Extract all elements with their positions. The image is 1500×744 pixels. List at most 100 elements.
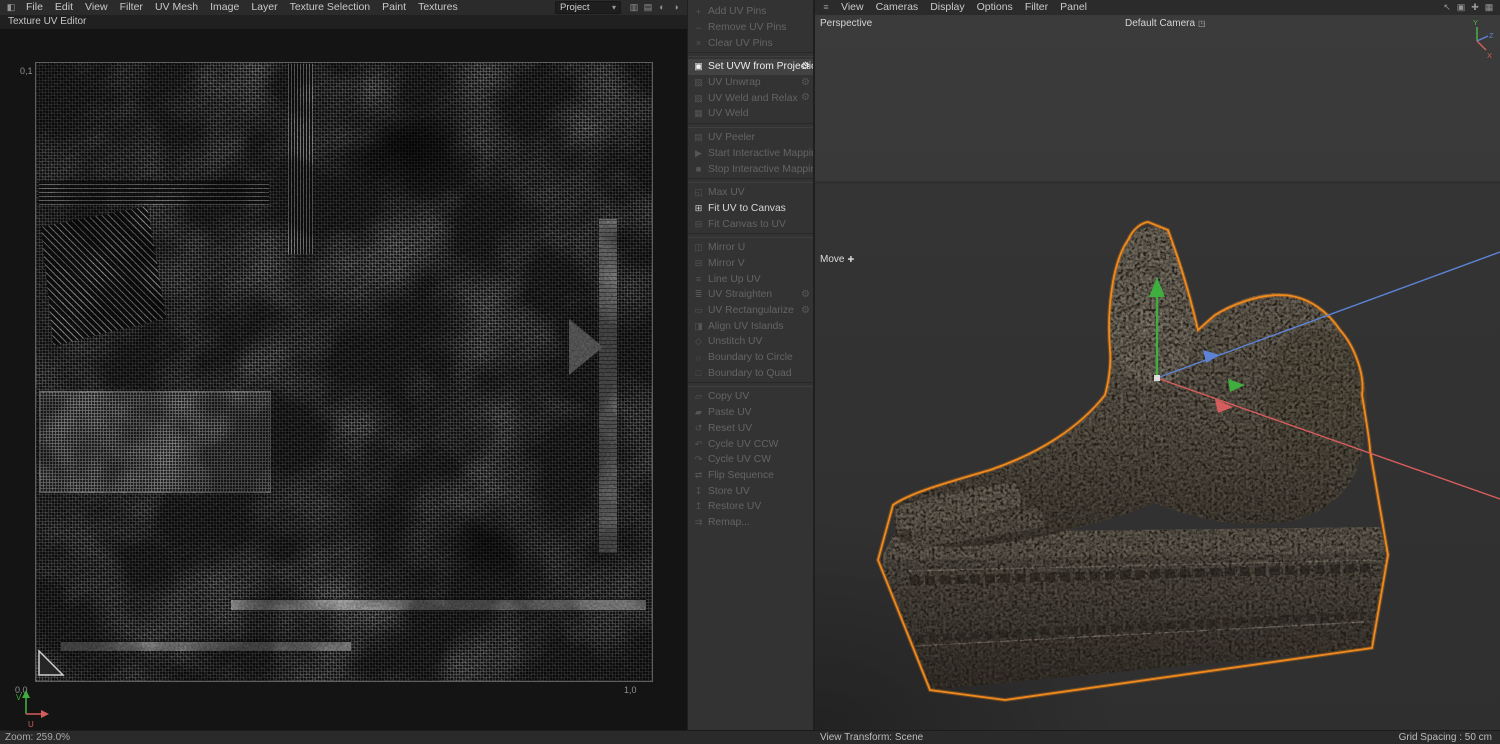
uv-command-flip-sequence[interactable]: ⇄Flip Sequence (688, 468, 813, 484)
grid-spacing-status: Grid Spacing : 50 cm (1399, 732, 1492, 743)
camera-swap-icon[interactable]: ◳ (1198, 19, 1206, 28)
menu-texture-selection[interactable]: Texture Selection (284, 0, 377, 15)
menu-uv-mesh[interactable]: UV Mesh (149, 0, 204, 15)
uv-command-uv-peeler[interactable]: ▤UV Peeler (688, 130, 813, 146)
uv-command-uv-weld-and-relax[interactable]: ▧UV Weld and Relax⚙ (688, 90, 813, 106)
uv-command-align-uv-islands[interactable]: ◨Align UV Islands (688, 318, 813, 334)
uv-command-uv-straighten[interactable]: ≣UV Straighten⚙ (688, 287, 813, 303)
window-layout-icon[interactable]: ◧ (4, 0, 18, 15)
gear-icon[interactable]: ⚙ (801, 59, 810, 75)
menu-textures[interactable]: Textures (412, 0, 464, 15)
uv-command-label: Align UV Islands (708, 321, 784, 332)
fit-canvas-icon: ⊟ (692, 219, 705, 230)
uv-command-label: Boundary to Quad (708, 368, 792, 379)
uv-command-stop-interactive-mapping[interactable]: ■Stop Interactive Mapping (688, 161, 813, 177)
uv-command-paste-uv[interactable]: ▰Paste UV (688, 405, 813, 421)
view-label[interactable]: Perspective (820, 18, 872, 29)
gear-icon[interactable]: ⚙ (801, 303, 810, 319)
viewport-menu-cameras[interactable]: Cameras (870, 0, 925, 15)
screen-handle[interactable] (1228, 379, 1245, 392)
x-axis-handle[interactable] (1215, 399, 1233, 413)
uv-command-label: UV Weld and Relax (708, 93, 798, 104)
gear-icon[interactable]: ⚙ (801, 90, 810, 106)
camera-label[interactable]: Default Camera ◳ (1125, 18, 1206, 29)
menu-paint[interactable]: Paint (376, 0, 412, 15)
uv-command-copy-uv[interactable]: ▱Copy UV (688, 389, 813, 405)
viewport-menu-display[interactable]: Display (924, 0, 970, 15)
view-transform-status: View Transform: Scene (820, 732, 923, 743)
uv-command-store-uv[interactable]: ↧Store UV (688, 483, 813, 499)
uv-command-label: Stop Interactive Mapping (708, 164, 813, 175)
gear-icon[interactable]: ⚙ (801, 287, 810, 303)
uv-editor-menu: FileEditViewFilterUV MeshImageLayerTextu… (20, 0, 464, 15)
perspective-viewport[interactable]: Perspective Default Camera ◳ Move ✚ Y Z … (815, 15, 1500, 730)
uv-command-start-interactive-mapping[interactable]: ▶Start Interactive Mapping (688, 146, 813, 162)
uv-command-set-uvw-from-projection[interactable]: ▣Set UVW from Projection⚙ (688, 59, 813, 75)
menu-view[interactable]: View (79, 0, 114, 15)
uv-command-fit-canvas-to-uv[interactable]: ⊟Fit Canvas to UV (688, 216, 813, 232)
uv-command-cycle-uv-cw[interactable]: ↷Cycle UV CW (688, 452, 813, 468)
flip-sequence-icon: ⇄ (692, 470, 705, 481)
project-dropdown[interactable]: Project ▾ (555, 1, 621, 14)
sphinx-model[interactable] (815, 15, 1500, 730)
menu-filter[interactable]: Filter (114, 0, 149, 15)
unwrap-icon: ▨ (692, 77, 705, 88)
uv-command-unstitch-uv[interactable]: ◇Unstitch UV (688, 334, 813, 350)
menu-image[interactable]: Image (204, 0, 245, 15)
uv-command-label: Start Interactive Mapping (708, 148, 813, 159)
y-axis-handle[interactable] (1149, 277, 1165, 297)
uv-editor-panel: 0,1 0,0 1,0 V U (0, 30, 687, 730)
uv-command-fit-uv-to-canvas[interactable]: ⊞Fit UV to Canvas (688, 201, 813, 217)
uv-canvas[interactable] (35, 62, 653, 682)
menu-file[interactable]: File (20, 0, 49, 15)
uv-command-add-uv-pins[interactable]: +Add UV Pins (688, 4, 813, 20)
uv-command-remove-uv-pins[interactable]: −Remove UV Pins (688, 20, 813, 36)
view-axis-gizmo[interactable]: Y Z X (1462, 17, 1496, 61)
selection-outline (878, 222, 1388, 700)
uv-command-cycle-uv-ccw[interactable]: ↶Cycle UV CCW (688, 436, 813, 452)
uv-command-line-up-uv[interactable]: ≡Line Up UV (688, 271, 813, 287)
command-separator (688, 233, 813, 238)
menu-edit[interactable]: Edit (49, 0, 79, 15)
start-mapping-icon: ▶ (692, 148, 705, 159)
uv-command-restore-uv[interactable]: ↥Restore UV (688, 499, 813, 515)
uv-command-mirror-v[interactable]: ⊟Mirror V (688, 256, 813, 272)
z-axis-handle[interactable] (1203, 350, 1220, 363)
unstitch-icon: ◇ (692, 336, 705, 347)
uv-command-mirror-u[interactable]: ◫Mirror U (688, 240, 813, 256)
viewport-menu-view[interactable]: View (835, 0, 870, 15)
uv-coordinate-label-top-left: 0,1 (20, 66, 33, 76)
uv-command-label: Fit Canvas to UV (708, 219, 786, 230)
compare-a-icon[interactable]: ◐ (655, 0, 669, 15)
histogram-icon[interactable]: ▥ (627, 0, 641, 15)
uv-command-reset-uv[interactable]: ↺Reset UV (688, 421, 813, 437)
gradation-icon[interactable]: ▤ (641, 0, 655, 15)
gear-icon[interactable]: ⚙ (801, 75, 810, 91)
lock-icon[interactable]: ▣ (1454, 0, 1468, 15)
viewport-menu-filter[interactable]: Filter (1019, 0, 1054, 15)
uv-command-clear-uv-pins[interactable]: ×Clear UV Pins (688, 35, 813, 51)
viewport-menu: ViewCamerasDisplayOptionsFilterPanel (835, 0, 1093, 15)
weld-relax-icon: ▧ (692, 93, 705, 104)
menu-layer[interactable]: Layer (245, 0, 283, 15)
grid-icon[interactable]: ▦ (1482, 0, 1496, 15)
uv-command-uv-unwrap[interactable]: ▨UV Unwrap⚙ (688, 75, 813, 91)
reset-icon: ↺ (692, 423, 705, 434)
hamburger-icon[interactable]: ≡ (819, 0, 833, 15)
uv-command-boundary-to-quad[interactable]: □Boundary to Quad (688, 365, 813, 381)
uv-command-uv-rectangularize[interactable]: ▭UV Rectangularize⚙ (688, 303, 813, 319)
uv-command-label: Clear UV Pins (708, 38, 773, 49)
uv-command-max-uv[interactable]: ◱Max UV (688, 185, 813, 201)
uv-command-remap[interactable]: ⇉Remap... (688, 515, 813, 531)
viewport-menu-options[interactable]: Options (971, 0, 1019, 15)
viewport-menu-panel[interactable]: Panel (1054, 0, 1093, 15)
axes-icon[interactable]: ✚ (1468, 0, 1482, 15)
compare-b-icon[interactable]: ◑ (669, 0, 683, 15)
uv-command-label: UV Rectangularize (708, 305, 794, 316)
uv-command-uv-weld[interactable]: ▦UV Weld (688, 106, 813, 122)
pointer-icon[interactable]: ↖ (1440, 0, 1454, 15)
cycle-cw-icon: ↷ (692, 454, 705, 465)
move-gizmo[interactable] (815, 15, 1500, 730)
uv-command-boundary-to-circle[interactable]: ○Boundary to Circle (688, 350, 813, 366)
uv-command-label: Unstitch UV (708, 336, 762, 347)
